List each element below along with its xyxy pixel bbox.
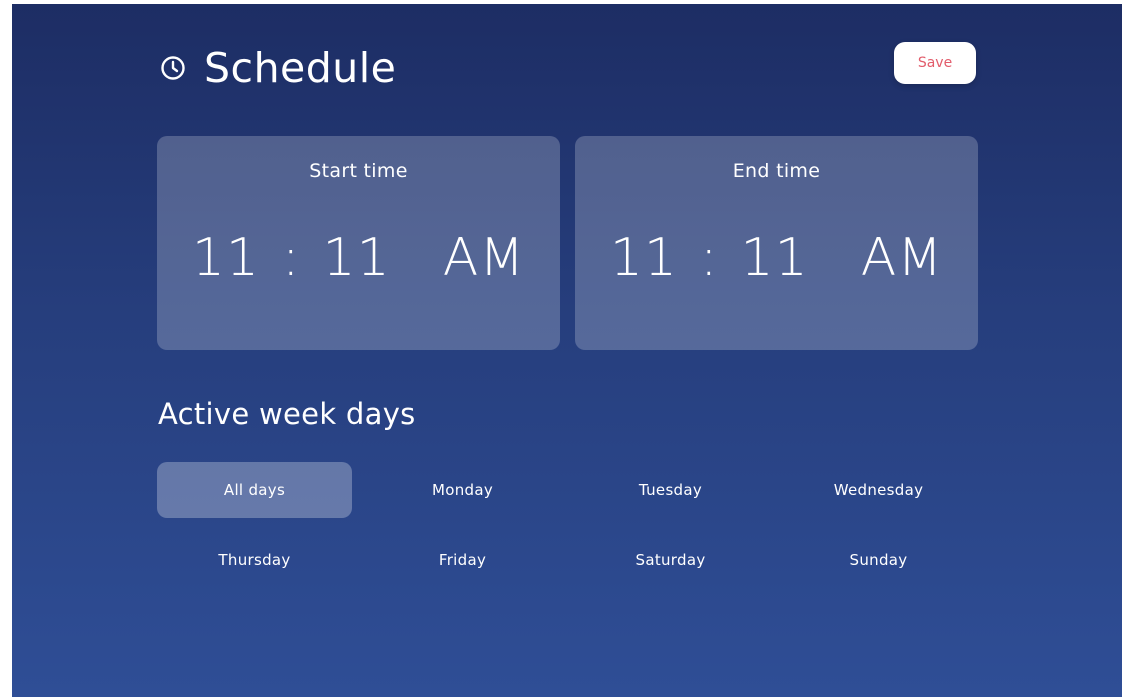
day-option-saturday[interactable]: Saturday [573, 532, 768, 588]
end-time-card[interactable]: End time 11 : 11 AM [575, 136, 978, 350]
end-minute[interactable]: 11 [741, 232, 809, 284]
end-time-separator: : [700, 228, 719, 288]
end-time-value: 11 : 11 AM [575, 232, 978, 284]
start-time-value: 11 : 11 AM [157, 232, 560, 284]
start-period[interactable]: AM [443, 232, 525, 284]
start-hour[interactable]: 11 [192, 232, 260, 284]
start-time-separator: : [282, 228, 301, 288]
clock-icon [160, 55, 186, 81]
page-title: Schedule [204, 43, 397, 92]
day-option-monday[interactable]: Monday [365, 462, 560, 518]
end-period[interactable]: AM [861, 232, 943, 284]
schedule-screen: Schedule Save Start time 11 : 11 AM End … [12, 4, 1122, 697]
header: Schedule [160, 38, 396, 98]
day-option-friday[interactable]: Friday [365, 532, 560, 588]
weekday-options: All days Monday Tuesday Wednesday Thursd… [157, 462, 989, 588]
day-option-sunday[interactable]: Sunday [781, 532, 976, 588]
active-week-days-title: Active week days [158, 397, 416, 431]
day-option-all-days[interactable]: All days [157, 462, 352, 518]
start-minute[interactable]: 11 [323, 232, 391, 284]
day-option-tuesday[interactable]: Tuesday [573, 462, 768, 518]
end-time-label: End time [732, 160, 821, 182]
start-time-label: Start time [309, 160, 408, 182]
day-option-wednesday[interactable]: Wednesday [781, 462, 976, 518]
day-option-thursday[interactable]: Thursday [157, 532, 352, 588]
save-button[interactable]: Save [894, 42, 976, 84]
end-hour[interactable]: 11 [610, 232, 678, 284]
start-time-card[interactable]: Start time 11 : 11 AM [157, 136, 560, 350]
